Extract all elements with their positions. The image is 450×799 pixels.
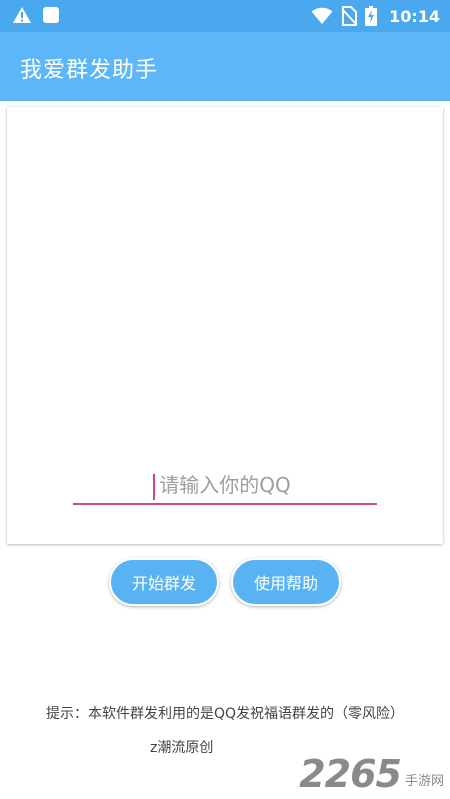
status-bar: 10:14 xyxy=(0,0,450,32)
content-card xyxy=(7,107,443,544)
wifi-icon xyxy=(311,7,333,25)
watermark-label: 手游网 xyxy=(404,774,444,789)
status-time: 10:14 xyxy=(389,6,440,26)
qq-input[interactable] xyxy=(73,467,377,505)
tip-text: 提示：本软件群发利用的是QQ发祝福语群发的（零风险） xyxy=(45,706,405,722)
no-sim-icon xyxy=(341,6,358,26)
battery-charging-icon xyxy=(365,6,378,26)
app-bar: 我爱群发助手 xyxy=(0,32,450,101)
credit-text: z潮流原创 xyxy=(150,740,214,756)
site-watermark: 2265 手游网 xyxy=(299,751,444,793)
app-screen: 10:14 我爱群发助手 开始群发 使用帮助 提示：本软件群发利用的是QQ发祝福… xyxy=(0,0,450,799)
warning-icon xyxy=(12,6,32,24)
watermark-number: 2265 xyxy=(299,752,402,796)
app-title: 我爱群发助手 xyxy=(20,58,159,83)
text-cursor xyxy=(153,474,155,500)
qq-input-container xyxy=(73,467,377,507)
start-mass-send-button[interactable]: 开始群发 xyxy=(109,558,219,606)
help-button[interactable]: 使用帮助 xyxy=(231,558,341,606)
notification-square-icon xyxy=(42,6,60,24)
